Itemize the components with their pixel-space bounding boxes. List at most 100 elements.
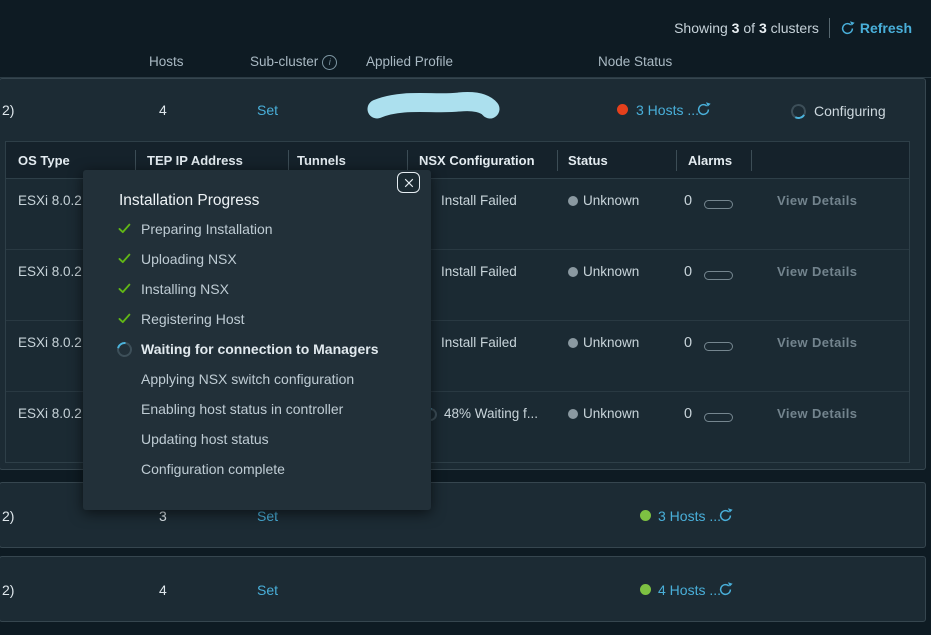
node-status-dot-success (640, 510, 651, 521)
cluster-3-name: 2) (2, 582, 14, 598)
progress-step-label: Updating host status (141, 431, 269, 447)
view-details-link[interactable]: View Details (777, 193, 857, 208)
th-alarms[interactable]: Alarms (688, 153, 732, 168)
progress-step: Updating host status (117, 424, 269, 454)
host-os-type: ESXi 8.0.2 (18, 406, 82, 421)
alarms-pill-icon (704, 200, 733, 209)
nsx-host-clusters-screen: Showing 3 of 3 clusters Refresh Hosts Su… (0, 0, 931, 635)
view-details-link[interactable]: View Details (777, 406, 857, 421)
alarms-pill-icon (704, 413, 733, 422)
column-header-applied-profile: Applied Profile (366, 54, 453, 69)
progress-step: Applying NSX switch configuration (117, 364, 354, 394)
close-icon (404, 178, 414, 188)
status-dot-unknown (568, 196, 578, 206)
column-separator (557, 150, 558, 171)
popup-close-button[interactable] (397, 172, 420, 193)
node-status-refresh-icon[interactable] (718, 582, 733, 597)
cluster-3-node-status-link[interactable]: 4 Hosts ... (658, 582, 721, 598)
step-spinner-icon (114, 339, 135, 360)
status-dot-unknown (568, 267, 578, 277)
view-details-link[interactable]: View Details (777, 335, 857, 350)
host-os-type: ESXi 8.0.2 (18, 264, 82, 279)
column-separator (135, 150, 136, 171)
column-separator (407, 150, 408, 171)
cluster-2-name: 2) (2, 508, 14, 524)
progress-step-label: Registering Host (141, 311, 245, 327)
view-details-link[interactable]: View Details (777, 264, 857, 279)
divider (829, 18, 830, 38)
cluster-2-hosts-count: 3 (159, 508, 167, 524)
progress-step-label: Preparing Installation (141, 221, 273, 237)
cluster-card-3 (0, 556, 926, 622)
cluster-1-name: 2) (2, 102, 14, 118)
nsx-config-status-link[interactable]: Install Failed (441, 193, 517, 208)
cluster-2-node-status-link[interactable]: 3 Hosts ... (658, 508, 721, 524)
progress-step-label: Installing NSX (141, 281, 229, 297)
progress-step: Uploading NSX (117, 244, 237, 274)
cluster-1-state-label: Configuring (814, 103, 886, 119)
cluster-1-set-subcluster-link[interactable]: Set (257, 102, 278, 118)
alarms-pill-icon (704, 342, 733, 351)
th-nsx-configuration[interactable]: NSX Configuration (419, 153, 535, 168)
node-status-refresh-icon[interactable] (696, 102, 711, 117)
th-tunnels[interactable]: Tunnels (297, 153, 346, 168)
progress-step-label: Configuration complete (141, 461, 285, 477)
progress-step: Installing NSX (117, 274, 229, 304)
nsx-config-status-link[interactable]: Install Failed (441, 335, 517, 350)
progress-step: Registering Host (117, 304, 245, 334)
alarms-count: 0 (684, 335, 692, 351)
check-icon (117, 251, 132, 266)
alarms-count: 0 (684, 406, 692, 422)
showing-count-text: Showing 3 of 3 clusters (674, 20, 819, 36)
info-icon[interactable]: i (322, 55, 337, 70)
column-separator (288, 150, 289, 171)
node-status-dot-error (617, 104, 628, 115)
column-header-node-status: Node Status (598, 54, 672, 69)
cluster-1-node-status-link[interactable]: 3 Hosts ... (636, 102, 699, 118)
status-dot-unknown (568, 338, 578, 348)
cluster-1-hosts-count: 4 (159, 102, 167, 118)
progress-step-label: Uploading NSX (141, 251, 237, 267)
column-separator (676, 150, 677, 171)
nsx-config-progress-link[interactable]: 48% Waiting f... (444, 406, 538, 421)
progress-step-label: Waiting for connection to Managers (141, 341, 379, 357)
column-separator (751, 150, 752, 171)
check-icon (117, 311, 132, 326)
th-status[interactable]: Status (568, 153, 608, 168)
host-status: Unknown (583, 406, 639, 421)
column-header-sub-cluster: Sub-cluster i (250, 54, 337, 70)
status-dot-unknown (568, 409, 578, 419)
progress-step: Configuration complete (117, 454, 285, 484)
node-status-refresh-icon[interactable] (718, 508, 733, 523)
cluster-2-set-subcluster-link[interactable]: Set (257, 508, 278, 524)
host-status: Unknown (583, 335, 639, 350)
node-status-dot-success (640, 584, 651, 595)
host-os-type: ESXi 8.0.2 (18, 193, 82, 208)
column-header-hosts: Hosts (149, 54, 184, 69)
cluster-3-set-subcluster-link[interactable]: Set (257, 582, 278, 598)
check-icon (117, 221, 132, 236)
refresh-button[interactable]: Refresh (840, 20, 912, 36)
progress-step-active: Waiting for connection to Managers (117, 334, 379, 364)
th-tep-ip[interactable]: TEP IP Address (147, 153, 243, 168)
redacted-profile-scribble (363, 87, 503, 127)
refresh-label: Refresh (860, 20, 912, 36)
popup-title: Installation Progress (119, 192, 259, 210)
progress-step: Preparing Installation (117, 214, 273, 244)
nsx-config-status-link[interactable]: Install Failed (441, 264, 517, 279)
host-os-type: ESXi 8.0.2 (18, 335, 82, 350)
host-status: Unknown (583, 264, 639, 279)
alarms-count: 0 (684, 193, 692, 209)
alarms-count: 0 (684, 264, 692, 280)
refresh-icon (840, 21, 855, 36)
progress-step: Enabling host status in controller (117, 394, 343, 424)
cluster-3-hosts-count: 4 (159, 582, 167, 598)
host-status: Unknown (583, 193, 639, 208)
results-summary-bar: Showing 3 of 3 clusters Refresh (674, 18, 912, 38)
sub-cluster-label: Sub-cluster (250, 54, 318, 69)
alarms-pill-icon (704, 271, 733, 280)
installation-progress-popup: Installation Progress Preparing Installa… (83, 170, 431, 510)
th-os-type[interactable]: OS Type (18, 153, 70, 168)
check-icon (117, 281, 132, 296)
progress-step-label: Applying NSX switch configuration (141, 371, 354, 387)
